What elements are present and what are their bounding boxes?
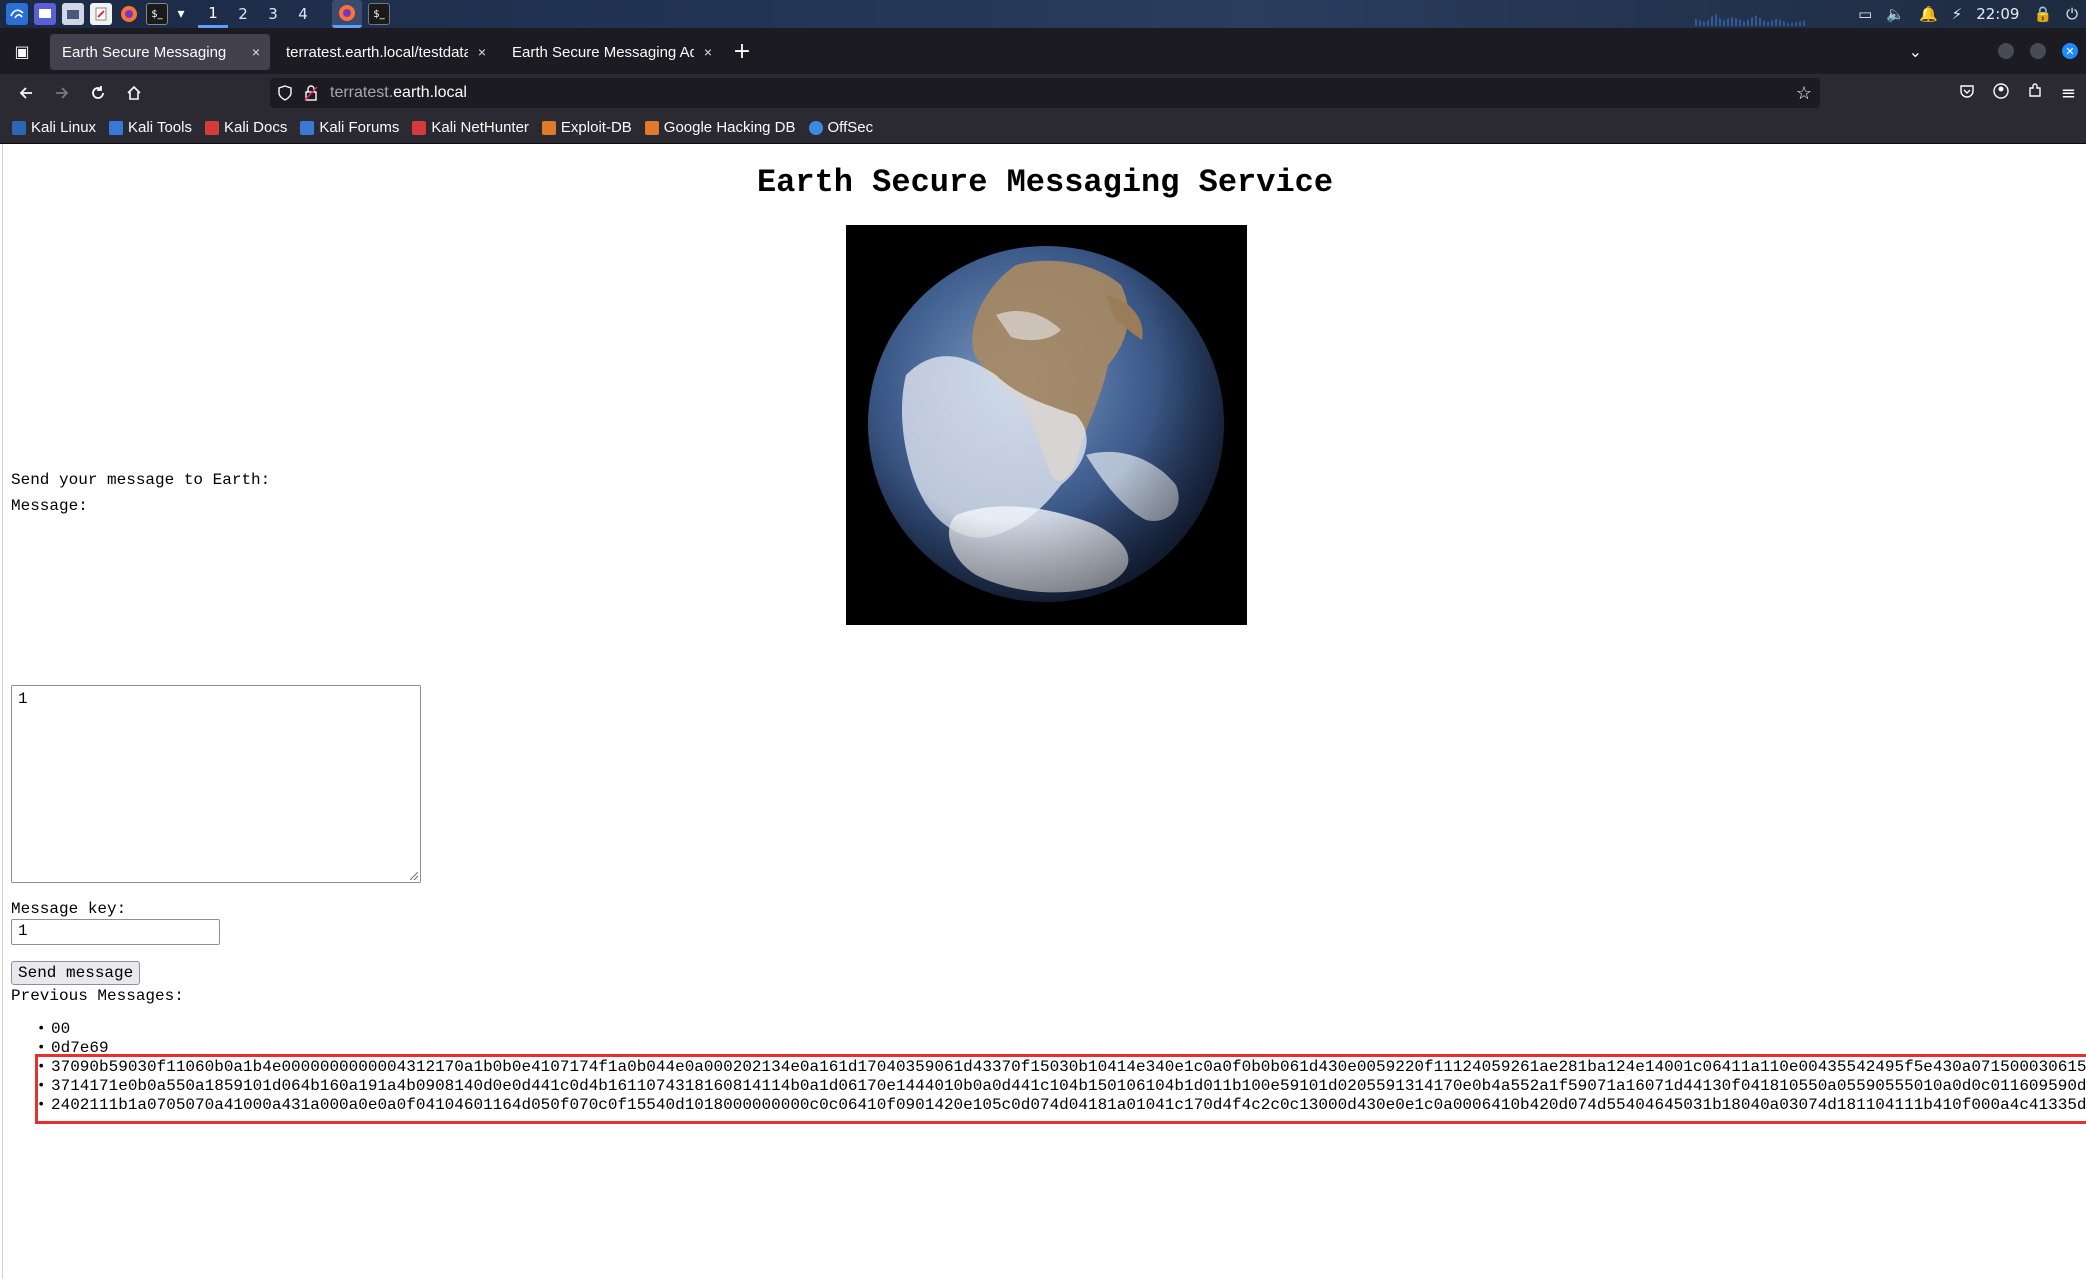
- close-window-button[interactable]: ✕: [2062, 43, 2078, 59]
- clock[interactable]: 22:09: [1976, 5, 2019, 23]
- message-textarea[interactable]: 1: [11, 685, 421, 883]
- home-button[interactable]: [116, 77, 152, 109]
- kali-dragon-icon: [12, 120, 26, 135]
- bookmark-kali-tools[interactable]: Kali Tools: [109, 119, 192, 136]
- ghdb-icon: [644, 120, 659, 135]
- workspace-3[interactable]: 3: [258, 0, 288, 28]
- bookmark-kali-forums[interactable]: Kali Forums: [300, 119, 399, 136]
- message-key-input[interactable]: 1: [11, 919, 220, 945]
- nethunter-icon: [412, 120, 427, 135]
- send-prompt: Send your message to Earth:: [11, 471, 271, 489]
- shield-icon[interactable]: [270, 85, 300, 101]
- forward-button[interactable]: [44, 77, 80, 109]
- tab-overview-icon[interactable]: ▣: [0, 42, 44, 61]
- battery-icon[interactable]: ⚡: [1952, 5, 1963, 23]
- back-button[interactable]: [8, 77, 44, 109]
- message-label: Message:: [11, 497, 88, 515]
- window-icon[interactable]: ▭: [1858, 5, 1872, 23]
- hamburger-menu-icon[interactable]: ≡: [2061, 83, 2076, 104]
- workspace-1[interactable]: 1: [198, 0, 228, 28]
- close-icon[interactable]: ×: [252, 44, 260, 60]
- message-key-value: 1: [18, 922, 28, 940]
- tab-strip: ▣ Earth Secure Messaging × terratest.ear…: [0, 28, 2086, 74]
- maximize-button[interactable]: [2030, 43, 2046, 59]
- close-icon[interactable]: ×: [704, 44, 712, 60]
- resize-handle-icon[interactable]: [410, 872, 418, 880]
- new-tab-button[interactable]: +: [722, 39, 762, 64]
- list-item: 00: [35, 1020, 2086, 1039]
- cpu-graph: [1695, 13, 1805, 26]
- close-icon[interactable]: ×: [478, 44, 486, 60]
- firefox-window-icon[interactable]: [332, 0, 362, 28]
- kali-tools-icon: [109, 120, 124, 135]
- bookmark-star-icon[interactable]: ☆: [1796, 83, 1812, 104]
- file-manager-icon[interactable]: [62, 3, 84, 25]
- text-editor-icon[interactable]: [90, 3, 112, 25]
- page-content: Earth Secure Messaging Service Send your…: [2, 144, 2086, 1279]
- url-text[interactable]: terratest.earth.local: [330, 84, 467, 102]
- volume-icon[interactable]: 🔈: [1886, 5, 1905, 23]
- tab-testdata[interactable]: terratest.earth.local/testdata ×: [274, 34, 496, 70]
- list-all-tabs-icon[interactable]: ⌄: [1909, 42, 1922, 61]
- previous-messages-label: Previous Messages:: [11, 987, 184, 1005]
- offsec-icon: [808, 120, 823, 135]
- exploit-db-icon: [541, 120, 556, 135]
- chevron-down-icon[interactable]: ▾: [174, 3, 188, 25]
- insecure-lock-icon[interactable]: [300, 85, 322, 101]
- message-value: 1: [18, 690, 28, 708]
- workspace-4[interactable]: 4: [288, 0, 318, 28]
- bookmark-exploit-db[interactable]: Exploit-DB: [541, 119, 632, 136]
- power-icon[interactable]: ⏻: [2066, 5, 2078, 23]
- kali-docs-icon: [204, 120, 219, 135]
- bookmark-kali-nethunter[interactable]: Kali NetHunter: [412, 119, 529, 136]
- kali-menu-icon[interactable]: [6, 3, 28, 25]
- account-icon[interactable]: [1993, 82, 2009, 104]
- bookmark-kali-linux[interactable]: Kali Linux: [12, 119, 96, 136]
- highlight-box: [35, 1054, 2086, 1124]
- terminal-window-icon[interactable]: $_: [368, 3, 390, 25]
- minimize-button[interactable]: [1998, 43, 2014, 59]
- system-panel: $_ ▾ 1 2 3 4 $_ ▭ 🔈 🔔 ⚡ 22:09 🔒 ⏻: [0, 0, 2086, 28]
- bookmark-kali-docs[interactable]: Kali Docs: [204, 119, 287, 136]
- bookmarks-toolbar: Kali Linux Kali Tools Kali Docs Kali For…: [0, 112, 2086, 144]
- lock-icon[interactable]: 🔒: [2033, 5, 2052, 23]
- bookmark-google-hacking-db[interactable]: Google Hacking DB: [644, 119, 796, 136]
- workspace-2[interactable]: 2: [228, 0, 258, 28]
- desktop-icon[interactable]: [34, 3, 56, 25]
- url-bar[interactable]: terratest.earth.local ☆: [270, 78, 1820, 108]
- firefox-launcher-icon[interactable]: [118, 3, 140, 25]
- tab-admin[interactable]: Earth Secure Messaging Adm ×: [500, 34, 722, 70]
- kali-forums-icon: [300, 120, 315, 135]
- bookmark-offsec[interactable]: OffSec: [808, 119, 873, 136]
- reload-button[interactable]: [80, 77, 116, 109]
- send-message-button[interactable]: Send message: [11, 961, 141, 985]
- page-title: Earth Secure Messaging Service: [756, 164, 1334, 201]
- pocket-icon[interactable]: [1959, 83, 1975, 104]
- extensions-icon[interactable]: [2027, 82, 2043, 104]
- nav-toolbar: terratest.earth.local ☆ ≡: [0, 74, 2086, 112]
- tab-earth-secure-messaging[interactable]: Earth Secure Messaging ×: [50, 34, 270, 70]
- terminal-launcher-icon[interactable]: $_: [146, 3, 168, 25]
- earth-image: [846, 225, 1247, 625]
- message-key-label: Message key:: [11, 900, 127, 918]
- notification-bell-icon[interactable]: 🔔: [1919, 5, 1938, 23]
